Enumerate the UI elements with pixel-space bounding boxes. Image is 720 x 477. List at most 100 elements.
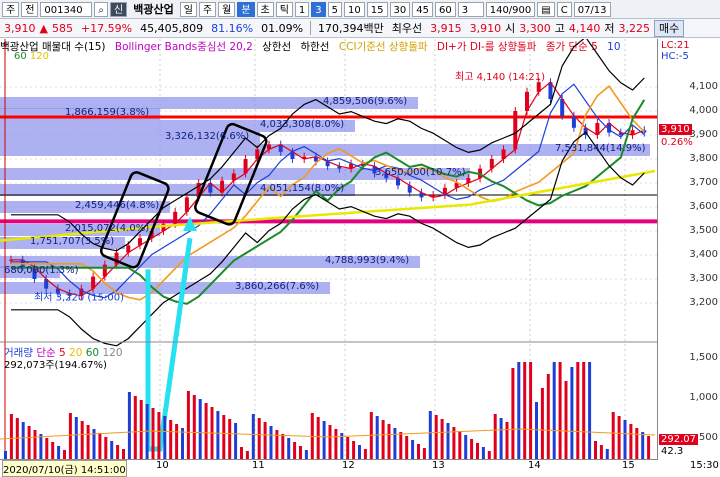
- price-tick: 4,100: [689, 81, 718, 92]
- volume-tick: 1,000: [689, 392, 718, 403]
- volume-bar: [517, 362, 521, 459]
- current-volume-tag: 292.07: [659, 434, 698, 445]
- period-day[interactable]: 일: [179, 1, 197, 17]
- price-tick: 3,200: [689, 297, 718, 308]
- volume-bar: [33, 430, 37, 459]
- volume-bar: [458, 431, 462, 459]
- volume-bar: [540, 388, 544, 459]
- volume-bar: [428, 411, 432, 459]
- volume-bar: [505, 422, 509, 459]
- chart-icon[interactable]: ▤: [537, 1, 555, 17]
- ask-price: 3,915: [430, 21, 462, 35]
- volume-bar: [576, 362, 580, 459]
- volume-bar: [68, 413, 72, 459]
- date-tick: 13: [432, 460, 445, 471]
- volume-profile-bar: [0, 97, 418, 109]
- volume-bar: [74, 417, 78, 459]
- change-amount: 585: [51, 21, 73, 35]
- buy-button[interactable]: 매수: [654, 19, 685, 37]
- period-week[interactable]: 주: [198, 1, 217, 17]
- volume-bar: [316, 417, 320, 459]
- volume-bar: [328, 425, 332, 459]
- stock-code-input[interactable]: 001340: [40, 1, 93, 17]
- interval-15[interactable]: 15: [366, 1, 388, 17]
- volume-profile-bar: [0, 120, 355, 132]
- volume-bar: [375, 416, 379, 459]
- interval-45[interactable]: 45: [412, 1, 433, 17]
- price-chart[interactable]: 최고 4,140 (14:21) 최저 3,220 (15:00): [0, 39, 657, 459]
- count-input[interactable]: 140/900: [485, 1, 536, 17]
- lc-value: LC:21: [661, 40, 690, 51]
- volume-bar: [387, 424, 391, 459]
- volume-bar: [186, 391, 190, 459]
- period-month[interactable]: 월: [218, 1, 236, 17]
- volume-bar: [27, 426, 31, 459]
- time-axis[interactable]: 10 11 12 13 14 15 2020/07/10(금) 14:51:00 15:30: [0, 459, 719, 477]
- volume-bar: [116, 445, 120, 459]
- low-annotation: 최저 3,220 (15:00): [34, 292, 124, 304]
- interval-30[interactable]: 30: [389, 1, 411, 17]
- volume-bar: [422, 448, 426, 459]
- volume-bar: [169, 420, 173, 459]
- interval-10[interactable]: 10: [344, 1, 365, 17]
- current-price: 3,910: [4, 21, 36, 35]
- volume-bar: [564, 381, 568, 459]
- interval-3[interactable]: 3: [311, 1, 326, 17]
- period-second[interactable]: 초: [256, 1, 274, 17]
- volume-bar: [476, 443, 479, 459]
- low-price: 3,225: [618, 21, 651, 35]
- volume-value: 292,073주(194.67%): [4, 360, 107, 371]
- volume-bar: [511, 368, 515, 459]
- volume-profile-bar: [0, 256, 420, 268]
- toolbar-label-all[interactable]: 전: [21, 1, 39, 17]
- volume-bar: [175, 424, 179, 459]
- volume-bar: [617, 416, 621, 459]
- volume-bar: [293, 442, 297, 459]
- interval-1[interactable]: 1: [294, 1, 310, 17]
- period-tick[interactable]: 틱: [275, 1, 293, 17]
- interval-spin-input[interactable]: 3: [457, 1, 484, 17]
- volume-bar: [228, 419, 232, 459]
- new-badge: 신: [110, 1, 128, 17]
- volume-bar: [63, 450, 66, 459]
- volume-profile-bar: [0, 184, 355, 196]
- price-axis[interactable]: 4,100 4,000 3,900 3,800 3,700 3,600 3,500 3,400…: [657, 39, 720, 342]
- hc-value: HC:-5: [661, 51, 689, 62]
- date-input[interactable]: 07/13: [573, 1, 611, 17]
- top-toolbar: 주 전 001340 ⌕ 신 백광산업 일 주 월 분 초 틱 1 3 5 10…: [0, 0, 720, 19]
- current-price-tag: 3,910: [659, 124, 692, 135]
- stock-name: 백광산업: [133, 3, 174, 16]
- volume-bar: [605, 449, 609, 459]
- volume-axis[interactable]: 1,500 1,000 500 292.07 42.3: [657, 342, 720, 460]
- volume-bar: [216, 411, 220, 459]
- volume-bar: [381, 420, 385, 459]
- volume-bar: [198, 399, 202, 459]
- volume-bar: [181, 428, 184, 459]
- high-label: 고: [554, 22, 565, 35]
- volume-bar: [251, 414, 255, 459]
- clear-button[interactable]: C: [556, 1, 572, 17]
- interval-60[interactable]: 60: [434, 1, 456, 17]
- volume-bar: [588, 362, 592, 459]
- volume-bar: [80, 421, 84, 459]
- volume-bar: [322, 421, 326, 459]
- toolbar-label-week[interactable]: 주: [2, 1, 20, 17]
- volume-bar: [529, 362, 533, 459]
- volume-bar: [51, 442, 55, 459]
- high-annotation: 최고 4,140 (14:21): [455, 71, 545, 83]
- interval-5[interactable]: 5: [327, 1, 343, 17]
- volume-bar: [611, 412, 615, 459]
- trade-amount: 170,394백만: [318, 22, 384, 35]
- volume-bar: [157, 412, 161, 459]
- open-label: 시: [505, 22, 516, 35]
- volume-tick: 1,500: [689, 352, 718, 363]
- volume-bar: [446, 423, 450, 459]
- search-icon[interactable]: ⌕: [94, 1, 109, 17]
- volume-bar: [133, 396, 137, 459]
- volume-bar: [481, 447, 485, 459]
- volume-bar: [240, 447, 243, 459]
- volume-bar: [523, 362, 527, 459]
- price-tick: 3,700: [689, 177, 718, 188]
- volume-bar: [641, 432, 645, 459]
- period-minute[interactable]: 분: [237, 1, 255, 17]
